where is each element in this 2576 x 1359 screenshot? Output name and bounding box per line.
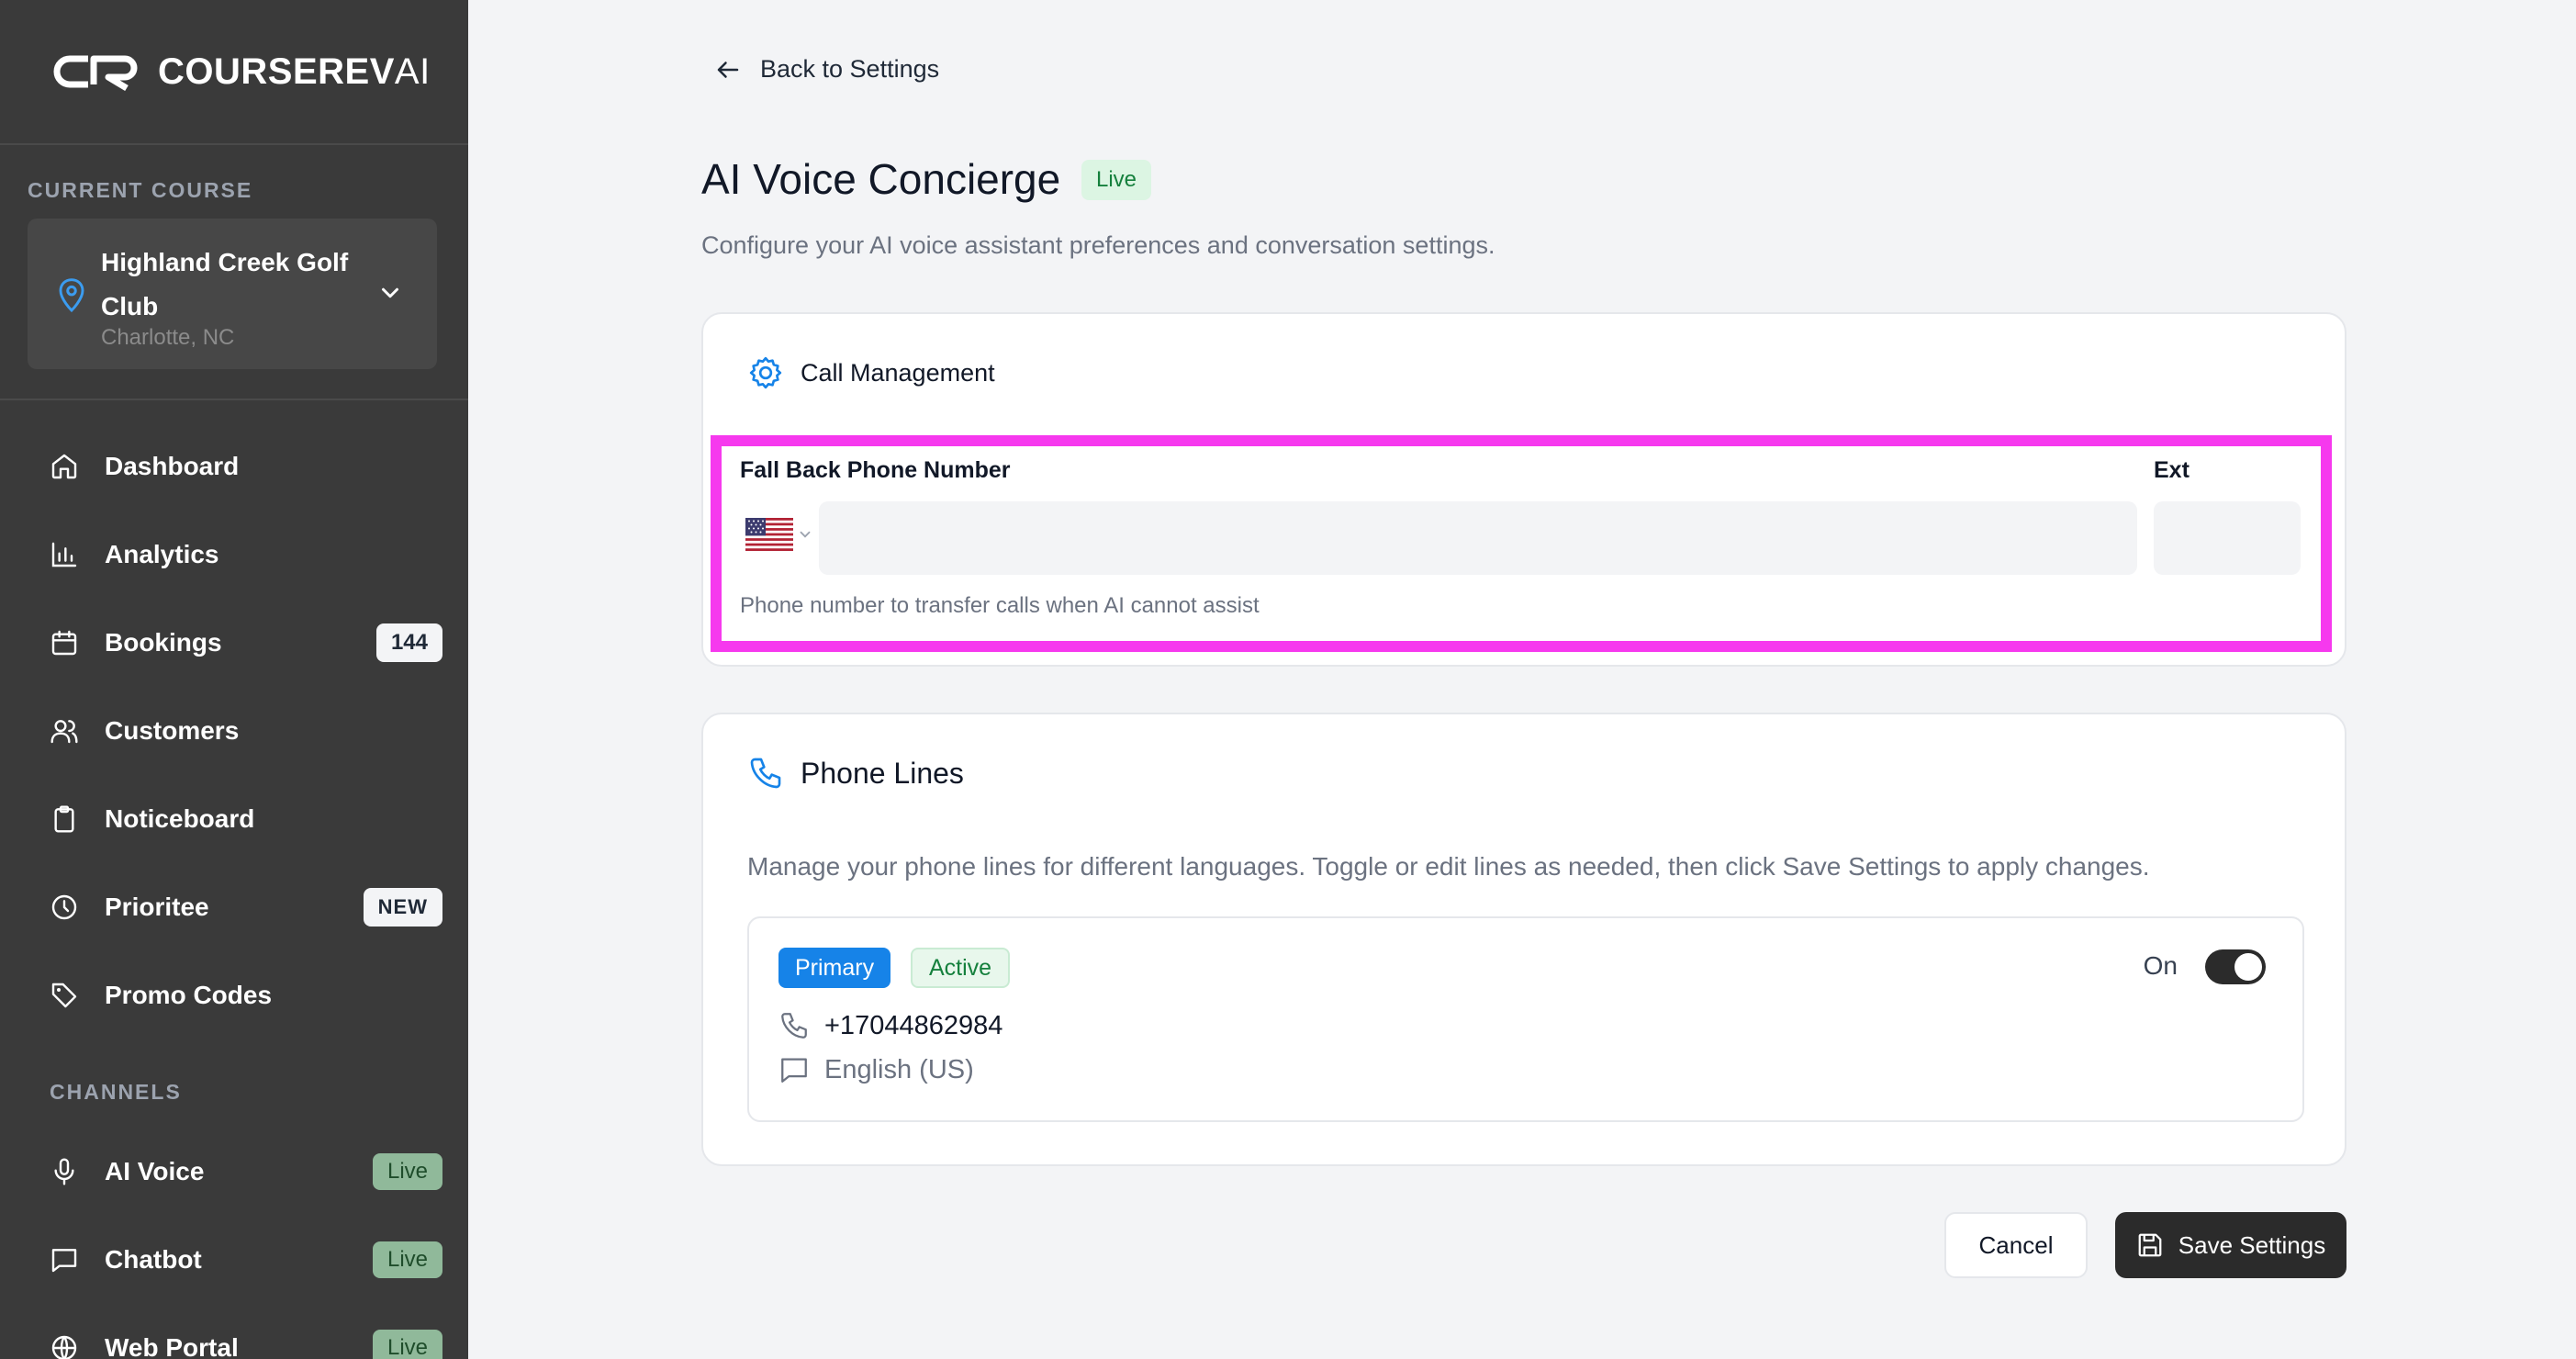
status-badge: Live [1081,160,1152,200]
chat-icon [781,1058,807,1083]
sidebar-item-label: Prioritee [105,893,209,921]
course-selector[interactable]: Highland Creek Golf Club Charlotte, NC [28,219,437,369]
main-content: Back to Settings AI Voice Concierge Live… [468,0,2576,1359]
back-label: Back to Settings [760,55,940,83]
arrow-left-icon [717,61,739,78]
mic-icon [48,1155,81,1188]
line-enabled-toggle[interactable] [2205,949,2266,984]
primary-badge: Primary [778,948,891,988]
page-title: AI Voice Concierge [701,155,1061,203]
sidebar-item-label: Dashboard [105,452,240,480]
save-label: Save Settings [2178,1230,2326,1259]
fallback-help-text: Phone number to transfer calls when AI c… [740,593,1260,618]
sidebar-item-chatbot[interactable]: Chatbot Live [28,1228,442,1292]
page-subtitle: Configure your AI voice assistant prefer… [701,231,1495,259]
toggle-label: On [2143,951,2178,980]
sidebar-item-label: AI Voice [105,1157,205,1185]
calendar-icon [48,626,81,659]
sidebar-item-analytics[interactable]: Analytics [28,522,442,587]
clock-icon [48,891,81,924]
us-flag-icon [745,518,793,551]
live-badge: Live [372,1153,442,1190]
sidebar-item-promo-codes[interactable]: Promo Codes [28,963,442,1028]
home-icon [48,450,81,483]
card-title: Call Management [801,358,995,387]
map-pin-icon [59,278,84,313]
phone-lines-header: Phone Lines [747,755,964,792]
course-location: Charlotte, NC [101,325,235,350]
brand-name: COURSEREVAI [158,51,431,92]
chat-icon [48,1243,81,1276]
sidebar-item-label: Analytics [105,540,219,568]
fallback-phone-input[interactable] [819,501,2137,575]
language-row: English (US) [778,1054,974,1085]
sidebar-item-dashboard[interactable]: Dashboard [28,434,442,499]
ext-label: Ext [2154,457,2190,483]
sidebar-item-noticeboard[interactable]: Noticeboard [28,787,442,851]
brand-logo[interactable]: COURSEREVAI [51,48,431,95]
chevron-down-icon [382,287,398,298]
country-selector[interactable] [745,518,813,551]
phone-lines-description: Manage your phone lines for different la… [747,852,2150,881]
phone-icon [750,758,781,789]
chevron-down-icon [800,531,811,538]
users-icon [48,714,81,747]
phone-icon [781,1013,807,1039]
sidebar-divider [0,399,468,400]
sidebar-item-label: Customers [105,716,240,745]
sidebar-item-label: Noticeboard [105,804,255,833]
gear-icon [749,356,782,389]
sidebar-divider [0,143,468,145]
phone-line-item: Primary Active On +17044862984 English (… [747,916,2304,1122]
call-management-card: Call Management Fall Back Phone Number E… [701,312,2346,667]
sidebar-item-label: Web Portal [105,1333,239,1359]
logo-mark-icon [53,55,138,92]
card-title: Phone Lines [801,756,964,790]
tag-icon [48,979,81,1012]
line-language: English (US) [824,1054,974,1084]
clipboard-icon [48,803,81,836]
sidebar-item-web-portal[interactable]: Web Portal Live [28,1316,442,1359]
bookings-count-badge: 144 [375,623,442,662]
course-name: Highland Creek Golf Club [101,248,349,320]
ext-input[interactable] [2154,501,2301,575]
channels-label: CHANNELS [50,1080,182,1104]
sidebar-item-customers[interactable]: Customers [28,699,442,763]
fallback-phone-label: Fall Back Phone Number [740,457,1011,483]
sidebar-item-bookings[interactable]: Bookings 144 [28,611,442,675]
back-to-settings-link[interactable]: Back to Settings [714,55,939,84]
sidebar: COURSEREVAI CURRENT COURSE Highland Cree… [0,0,468,1359]
phone-lines-card: Phone Lines Manage your phone lines for … [701,713,2346,1166]
save-icon [2138,1233,2162,1257]
sidebar-item-ai-voice[interactable]: AI Voice Live [28,1140,442,1204]
new-badge: NEW [363,888,442,927]
cancel-label: Cancel [1978,1230,2054,1259]
call-management-header: Call Management [747,354,995,391]
bar-chart-icon [48,538,81,571]
live-badge: Live [372,1330,442,1359]
sidebar-item-label: Chatbot [105,1245,202,1274]
phone-number-row: +17044862984 [778,1010,1002,1041]
sidebar-item-label: Promo Codes [105,981,273,1009]
globe-icon [48,1331,81,1359]
phone-number: +17044862984 [824,1010,1003,1040]
cancel-button[interactable]: Cancel [1944,1212,2088,1278]
sidebar-item-label: Bookings [105,628,222,657]
active-badge: Active [911,948,1011,988]
sidebar-item-prioritee[interactable]: Prioritee NEW [28,875,442,939]
save-settings-button[interactable]: Save Settings [2115,1212,2346,1278]
live-badge: Live [372,1241,442,1278]
current-course-label: CURRENT COURSE [28,178,253,202]
